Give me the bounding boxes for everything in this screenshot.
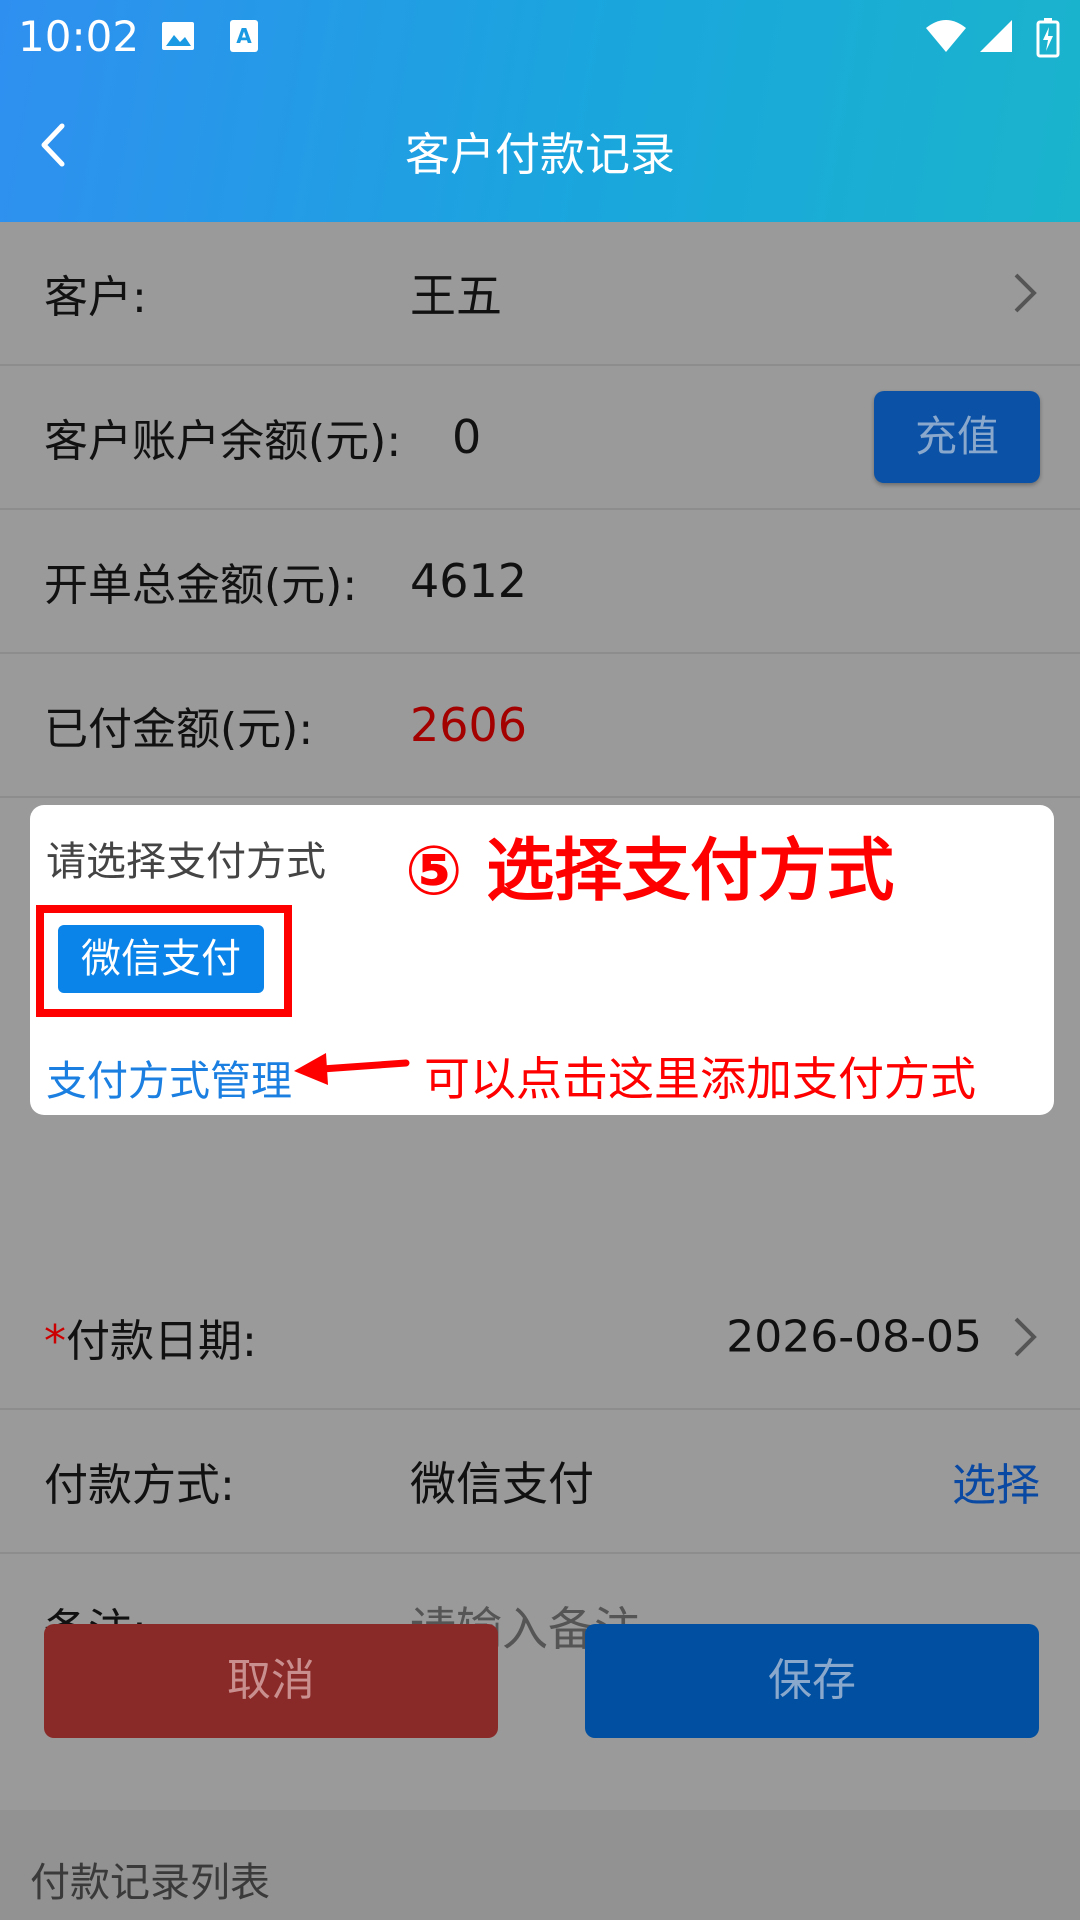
pay-date-row[interactable]: *付款日期: 2026-08-05 xyxy=(0,1266,1080,1410)
save-button[interactable]: 保存 xyxy=(585,1624,1039,1738)
pay-method-row: 付款方式: 微信支付 选择 xyxy=(0,1410,1080,1554)
total-row: 开单总金额(元): 4612 xyxy=(0,510,1080,654)
required-mark: * xyxy=(44,1316,66,1367)
balance-label: 客户账户余额(元): xyxy=(44,416,402,467)
wechat-pay-option[interactable]: 微信支付 xyxy=(58,925,264,993)
popup-title: 请选择支付方式 xyxy=(46,839,326,885)
pay-method-label: 付款方式: xyxy=(44,1460,235,1511)
recharge-button[interactable]: 充值 xyxy=(874,391,1040,483)
svg-text:A: A xyxy=(236,24,252,48)
pay-method-value: 微信支付 xyxy=(410,1457,594,1511)
app-header: 10:02 A 客户付款记录 xyxy=(0,0,1080,222)
payment-method-manage-link[interactable]: 支付方式管理 xyxy=(46,1047,292,1107)
balance-row: 客户账户余额(元): 0 充值 xyxy=(0,366,1080,510)
total-label: 开单总金额(元): xyxy=(44,560,358,611)
payment-record-list: 付款记录列表 xyxy=(0,1810,1080,1920)
red-arrow-icon xyxy=(294,1053,410,1085)
customer-value: 王五 xyxy=(410,269,502,323)
paid-row: 已付金额(元): 2606 xyxy=(0,654,1080,798)
pay-date-label-text: 付款日期: xyxy=(66,1316,257,1367)
image-notification-icon xyxy=(162,22,194,50)
tip-annotation: 可以点击这里添加支付方式 xyxy=(424,1052,976,1106)
signal-icon xyxy=(980,20,1012,52)
step-annotation: ⑤ 选择支付方式 xyxy=(405,832,895,911)
paid-label: 已付金额(元): xyxy=(44,704,314,755)
chevron-right-icon xyxy=(1014,1317,1037,1357)
choose-pay-method-link[interactable]: 选择 xyxy=(952,1449,1040,1513)
chevron-right-icon xyxy=(1014,273,1037,313)
paid-value: 2606 xyxy=(410,698,528,752)
page-title: 客户付款记录 xyxy=(404,128,675,181)
list-title: 付款记录列表 xyxy=(30,1860,270,1906)
status-time: 10:02 xyxy=(18,12,140,61)
wifi-icon xyxy=(926,20,966,52)
balance-value: 0 xyxy=(452,410,482,464)
payment-method-popup: 请选择支付方式 ⑤ 选择支付方式 微信支付 支付方式管理 可以点击这里添加支付方… xyxy=(30,805,1054,1115)
total-value: 4612 xyxy=(410,554,528,608)
battery-icon xyxy=(1036,18,1060,58)
app-notification-icon: A xyxy=(230,20,258,52)
cancel-button[interactable]: 取消 xyxy=(44,1624,498,1738)
customer-label: 客户: xyxy=(44,272,147,323)
customer-row[interactable]: 客户: 王五 xyxy=(0,222,1080,366)
pay-date-label: *付款日期: xyxy=(44,1305,257,1369)
pay-date-value: 2026-08-05 xyxy=(726,1311,982,1363)
